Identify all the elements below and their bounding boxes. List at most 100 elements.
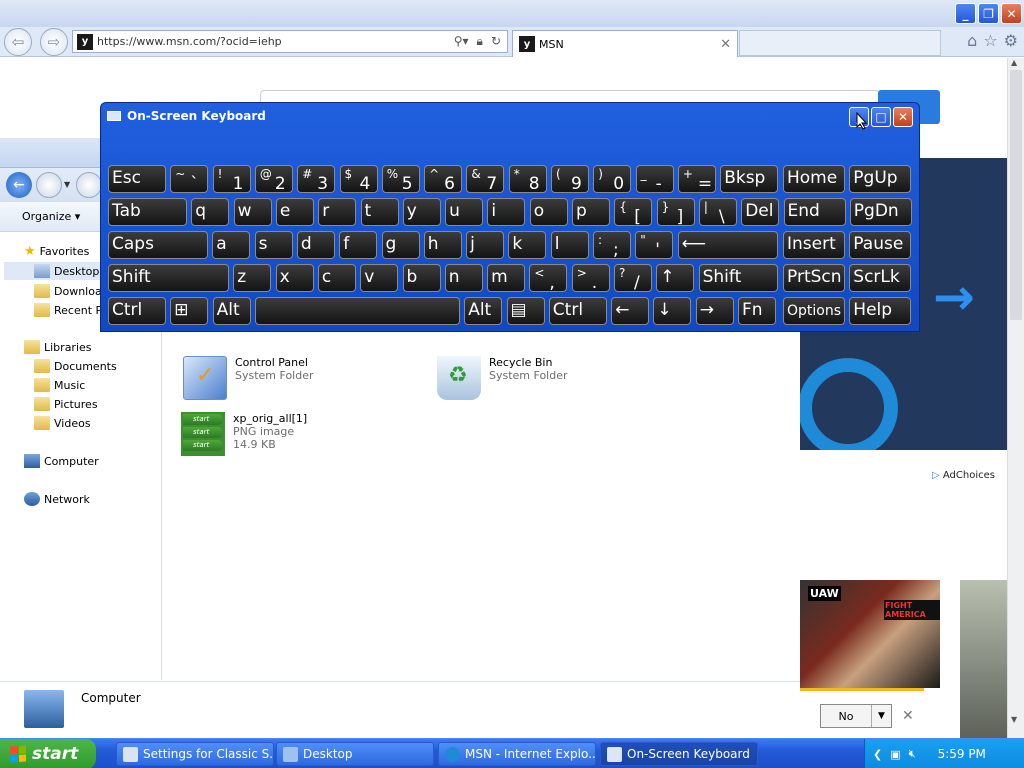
key-5[interactable]: % 5: [381, 165, 420, 193]
key-p[interactable]: p: [572, 198, 610, 226]
key-l[interactable]: l: [550, 231, 589, 259]
key-sym[interactable]: ←: [611, 297, 650, 325]
taskbar-button-desktop[interactable]: Desktop: [276, 742, 434, 766]
osk-close-button[interactable]: ✕: [893, 107, 913, 127]
start-button[interactable]: start: [0, 739, 96, 768]
key-sym[interactable]: >.: [571, 264, 610, 292]
key-scrlk[interactable]: ScrLk: [849, 264, 912, 292]
forward-button[interactable]: ⇨: [40, 28, 68, 56]
key-sym[interactable]: " ': [635, 231, 674, 259]
search-icon[interactable]: ⚲▾: [454, 34, 469, 49]
key-w[interactable]: w: [233, 198, 272, 226]
close-tab-icon[interactable]: ✕: [720, 37, 731, 52]
nav-item-pictures[interactable]: Pictures: [34, 397, 98, 411]
key-end[interactable]: End: [783, 198, 846, 226]
key-8[interactable]: * 8: [508, 165, 547, 193]
news-photo[interactable]: UAW FIGHT AMERICA: [800, 580, 940, 688]
key-7[interactable]: & 7: [466, 165, 505, 193]
key-g[interactable]: g: [381, 231, 420, 259]
key-shift[interactable]: Shift: [108, 264, 229, 292]
key-sym[interactable]: + =: [677, 165, 716, 193]
explorer-nav-button[interactable]: [76, 172, 102, 198]
key-sym[interactable]: ▤: [506, 297, 545, 325]
key-sym[interactable]: ⟵: [677, 231, 778, 259]
key-z[interactable]: z: [233, 264, 272, 292]
nav-item-recent[interactable]: Recent Pl: [34, 303, 105, 317]
key-m[interactable]: m: [487, 264, 526, 292]
key-ctrl[interactable]: Ctrl: [548, 297, 607, 325]
explorer-back-button[interactable]: ←: [6, 172, 32, 198]
key-r[interactable]: r: [318, 198, 357, 226]
key-o[interactable]: o: [529, 198, 568, 226]
explorer-forward-button[interactable]: [36, 172, 62, 198]
key-caps[interactable]: Caps: [108, 231, 208, 259]
scroll-down-icon[interactable]: ▼: [1011, 715, 1017, 724]
notification-select[interactable]: No ▼: [820, 704, 892, 728]
favorites-star-icon[interactable]: ☆: [983, 31, 997, 50]
refresh-icon[interactable]: ↻: [491, 34, 501, 49]
key-4[interactable]: $4: [339, 165, 378, 193]
scrollbar-thumb[interactable]: [1010, 70, 1022, 320]
key-v[interactable]: v: [360, 264, 399, 292]
key-q[interactable]: q: [191, 198, 230, 226]
key-pgup[interactable]: PgUp: [849, 165, 912, 193]
close-icon[interactable]: ✕: [902, 708, 914, 724]
minimize-button[interactable]: _: [955, 3, 976, 24]
osk-maximize-button[interactable]: □: [871, 107, 891, 127]
taskbar-button-osk[interactable]: On-Screen Keyboard: [600, 742, 758, 766]
recent-pages-dropdown[interactable]: ▼: [64, 180, 74, 190]
key-sym[interactable]: ⊞: [170, 297, 209, 325]
key-0[interactable]: ) 0: [593, 165, 632, 193]
key-pause[interactable]: Pause: [849, 231, 912, 259]
nav-item-downloads[interactable]: Download: [34, 284, 109, 298]
key-b[interactable]: b: [402, 264, 441, 292]
key-c[interactable]: c: [317, 264, 356, 292]
key-sym[interactable]: <,: [529, 264, 568, 292]
nav-item-documents[interactable]: Documents: [34, 359, 117, 373]
key-options[interactable]: Options: [783, 297, 845, 325]
nav-item-libraries[interactable]: Libraries: [24, 340, 92, 354]
key-esc[interactable]: Esc: [108, 165, 166, 193]
key-t[interactable]: t: [360, 198, 399, 226]
key-alt[interactable]: Alt: [464, 297, 503, 325]
taskbar-button-settings[interactable]: Settings for Classic S...: [116, 742, 274, 766]
tab-msn[interactable]: y MSN ✕: [512, 30, 738, 57]
key-help[interactable]: Help: [849, 297, 912, 325]
key-j[interactable]: j: [466, 231, 505, 259]
key-f[interactable]: f: [339, 231, 378, 259]
restore-button[interactable]: ❐: [978, 3, 999, 24]
network-tray-icon[interactable]: ▣: [890, 748, 900, 761]
key-e[interactable]: e: [275, 198, 314, 226]
key-6[interactable]: ^ 6: [424, 165, 463, 193]
nav-item-computer[interactable]: Computer: [24, 454, 99, 468]
key-2[interactable]: @2: [254, 165, 293, 193]
key-bksp[interactable]: Bksp: [720, 165, 779, 193]
key-sym[interactable]: :;: [593, 231, 631, 259]
taskbar-button-msn[interactable]: MSN - Internet Explo...: [438, 742, 596, 766]
address-bar[interactable]: y https://www.msn.com/?ocid=iehp ⚲▾ 🔒︎ ↻: [72, 30, 508, 53]
chevron-down-icon[interactable]: ▼: [871, 705, 891, 727]
key-alt[interactable]: Alt: [212, 297, 251, 325]
key-pgdn[interactable]: PgDn: [849, 198, 912, 226]
key-home[interactable]: Home: [783, 165, 845, 193]
lock-icon[interactable]: 🔒︎: [477, 34, 483, 49]
key-del[interactable]: Del: [741, 198, 780, 226]
gear-icon[interactable]: ⚙: [1004, 31, 1018, 50]
key-sym[interactable]: ~ `: [170, 165, 209, 193]
nav-item-network[interactable]: Network: [24, 492, 90, 506]
key-a[interactable]: a: [212, 231, 251, 259]
key-fn[interactable]: Fn: [738, 297, 776, 325]
key-insert[interactable]: Insert: [783, 231, 845, 259]
key-9[interactable]: (9: [551, 165, 589, 193]
key-sym[interactable]: }]: [656, 198, 695, 226]
nav-item-favorites[interactable]: ★ Favorites: [24, 244, 89, 259]
key-y[interactable]: y: [402, 198, 441, 226]
key-sym[interactable]: | \: [698, 198, 737, 226]
clock[interactable]: 5:59 PM: [938, 747, 986, 761]
nav-item-videos[interactable]: Videos: [34, 416, 91, 430]
back-button[interactable]: ⇦: [4, 28, 32, 56]
key-d[interactable]: d: [296, 231, 335, 259]
key-1[interactable]: ! 1: [212, 165, 251, 193]
key-sym[interactable]: {[: [614, 198, 653, 226]
key-h[interactable]: h: [423, 231, 462, 259]
